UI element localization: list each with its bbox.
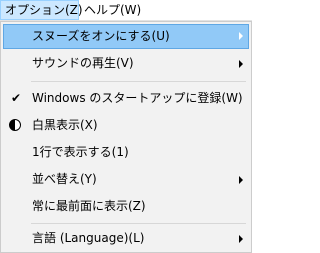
menubar: オプション(Z) ヘルプ(W) xyxy=(0,0,252,21)
options-dropdown-menu: スヌーズをオンにする(U) サウンドの再生(V) ✔ Windows のスタート… xyxy=(0,21,252,253)
menu-item-label: サウンドの再生(V) xyxy=(32,56,134,70)
menu-item-label: 1行で表示する(1) xyxy=(32,145,129,159)
menu-item-snooze[interactable]: スヌーズをオンにする(U) xyxy=(3,24,249,49)
contrast-icon xyxy=(9,119,21,131)
menu-item-monochrome[interactable]: 白黒表示(X) xyxy=(3,113,249,138)
submenu-arrow-icon xyxy=(239,60,243,68)
menu-item-sort[interactable]: 並べ替え(Y) xyxy=(3,167,249,192)
menu-item-label: 言語 (Language)(L) xyxy=(32,231,145,245)
menu-item-single-line[interactable]: 1行で表示する(1) xyxy=(3,140,249,165)
menu-item-label: 白黒表示(X) xyxy=(32,118,98,132)
submenu-arrow-icon xyxy=(239,235,243,243)
checkmark-icon: ✔ xyxy=(11,91,22,105)
menu-item-always-on-top[interactable]: 常に最前面に表示(Z) xyxy=(3,194,249,219)
menu-help[interactable]: ヘルプ(W) xyxy=(80,0,141,20)
submenu-arrow-icon xyxy=(239,32,243,40)
menu-separator xyxy=(31,81,246,82)
submenu-arrow-icon xyxy=(239,176,243,184)
menu-item-play-sound[interactable]: サウンドの再生(V) xyxy=(3,51,249,76)
menu-item-label: 常に最前面に表示(Z) xyxy=(32,199,146,213)
menu-item-windows-startup[interactable]: ✔ Windows のスタートアップに登録(W) xyxy=(3,86,249,111)
menu-item-label: スヌーズをオンにする(U) xyxy=(32,29,170,43)
menu-separator xyxy=(31,223,246,224)
menu-item-label: Windows のスタートアップに登録(W) xyxy=(32,91,243,105)
menu-item-label: 並べ替え(Y) xyxy=(32,172,97,186)
menu-options[interactable]: オプション(Z) xyxy=(0,0,83,20)
menu-item-language[interactable]: 言語 (Language)(L) xyxy=(3,226,249,251)
